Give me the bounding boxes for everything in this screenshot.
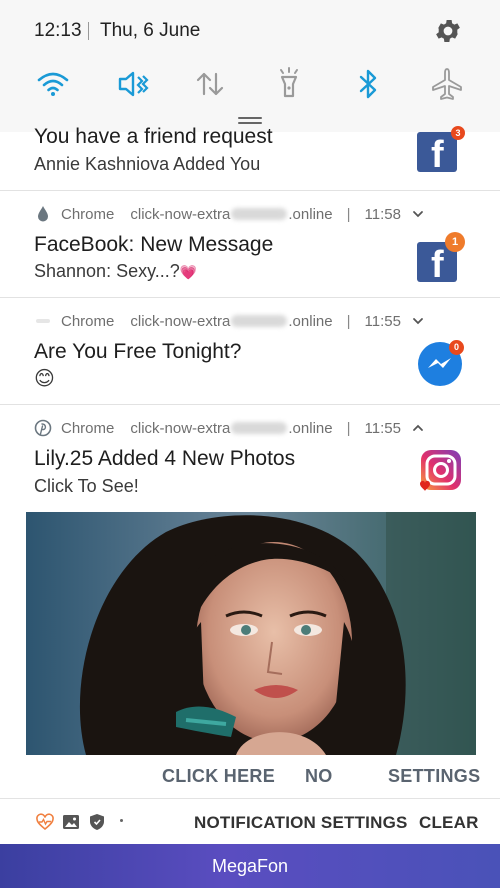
notification-url-suffix: .online <box>288 312 333 330</box>
facebook-icon: f 3 <box>417 126 465 178</box>
notification-time: 11:55 <box>364 419 401 437</box>
instagram-icon <box>417 448 463 494</box>
flashlight-icon[interactable] <box>269 64 309 104</box>
gallery-icon <box>63 815 79 829</box>
no-button[interactable]: NO <box>305 766 333 787</box>
settings-button[interactable]: SETTINGS <box>388 766 480 787</box>
status-time: 12:13 <box>34 20 82 41</box>
heart-emoji: 💗 <box>179 264 198 280</box>
quick-settings-row <box>0 64 500 104</box>
more-dot <box>120 819 123 822</box>
blurred-domain <box>231 315 288 327</box>
status-separator <box>88 22 89 40</box>
notification-url-suffix: .online <box>288 419 333 437</box>
notification-friend-request[interactable]: You have a friend request Annie Kashniov… <box>0 125 500 191</box>
header-divider: | <box>346 312 351 330</box>
notification-header: Chrome click-now-extra .online | 11:55 <box>34 419 425 437</box>
mobile-data-icon[interactable] <box>190 64 230 104</box>
notification-app-name: Chrome <box>61 419 115 437</box>
notification-badge: 0 <box>449 340 464 355</box>
notification-image[interactable] <box>26 512 476 755</box>
security-icon <box>90 814 104 830</box>
smile-emoji: 😊 <box>34 368 55 390</box>
messenger-icon: 0 <box>417 340 464 387</box>
quick-settings-panel: 12:13 Thu, 6 June <box>0 0 500 132</box>
chevron-down-icon[interactable] <box>411 207 425 221</box>
notification-text: Click To See! <box>34 476 139 496</box>
notification-app-name: Chrome <box>61 205 115 223</box>
chevron-down-icon[interactable] <box>411 314 425 328</box>
notification-facebook-message[interactable]: Chrome click-now-extra .online | 11:58 F… <box>0 191 500 298</box>
chevron-up-icon[interactable] <box>411 421 425 435</box>
notification-app-name: Chrome <box>61 312 115 330</box>
notification-settings-button[interactable]: NOTIFICATION SETTINGS <box>194 813 408 833</box>
chrome-ghost-icon <box>36 319 50 323</box>
chrome-drop-icon <box>38 206 48 222</box>
airplane-mode-icon[interactable] <box>427 64 467 104</box>
notification-url-prefix: click-now-extra <box>130 205 231 223</box>
click-here-button[interactable]: CLICK HERE <box>162 766 275 787</box>
bluetooth-icon[interactable] <box>348 64 388 104</box>
notification-time: 11:58 <box>364 205 401 223</box>
facebook-icon: f 1 <box>417 232 465 284</box>
blurred-domain <box>231 422 288 434</box>
notification-title: You have a friend request <box>34 125 273 148</box>
notification-actions: CLICK HERE NO SETTINGS <box>0 756 500 798</box>
notification-url-suffix: .online <box>288 205 333 223</box>
notification-url-prefix: click-now-extra <box>130 312 231 330</box>
health-icon <box>36 813 54 831</box>
notification-badge: 3 <box>451 126 465 140</box>
status-date: Thu, 6 June <box>100 20 201 41</box>
notification-header: Chrome click-now-extra .online | 11:58 <box>34 205 425 223</box>
gear-icon[interactable] <box>433 16 463 46</box>
notification-header: Chrome click-now-extra .online | 11:55 <box>34 312 425 330</box>
notification-text-row: Shannon: Sexy...?💗 <box>34 261 197 282</box>
notification-text: Annie Kashniova Added You <box>34 154 261 174</box>
blurred-domain <box>231 208 288 220</box>
carrier-label: MegaFon <box>0 844 500 888</box>
notification-url-prefix: click-now-extra <box>130 419 231 437</box>
drag-handle[interactable] <box>238 117 262 125</box>
clear-button[interactable]: CLEAR <box>419 813 479 833</box>
pinterest-icon <box>34 419 52 437</box>
notification-footer: NOTIFICATION SETTINGS CLEAR <box>0 798 500 844</box>
notification-time: 11:55 <box>364 312 401 330</box>
notification-messenger[interactable]: Chrome click-now-extra .online | 11:55 A… <box>0 298 500 405</box>
wifi-icon[interactable] <box>33 64 73 104</box>
header-divider: | <box>346 205 351 223</box>
notification-title: Lily.25 Added 4 New Photos <box>34 447 296 470</box>
notification-title: Are You Free Tonight? <box>34 340 242 363</box>
notification-badge: 1 <box>445 232 465 252</box>
notification-text: Shannon: Sexy...? <box>34 261 180 281</box>
sound-mute-icon[interactable] <box>112 64 152 104</box>
notification-title: FaceBook: New Message <box>34 233 274 256</box>
header-divider: | <box>346 419 351 437</box>
